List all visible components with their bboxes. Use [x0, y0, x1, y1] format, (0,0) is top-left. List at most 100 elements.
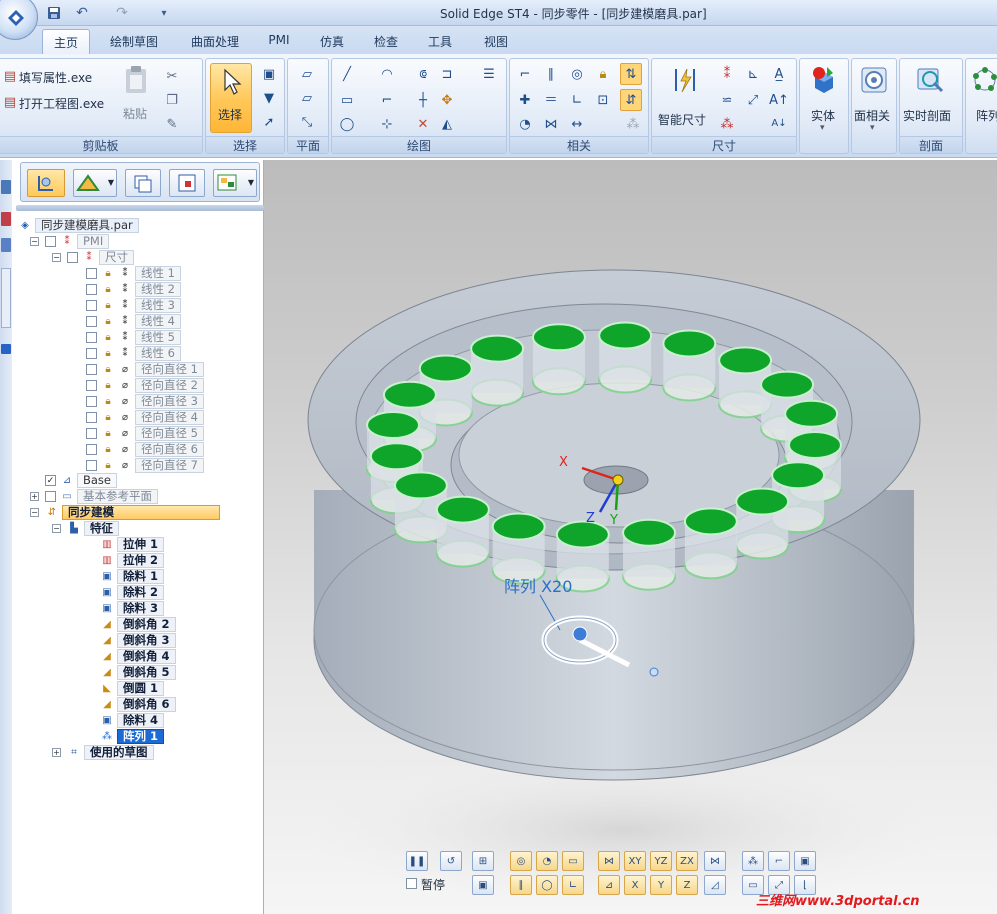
tree-item[interactable]: ◢ 倒斜角 6: [100, 697, 176, 712]
lock-icon[interactable]: 🔒︎: [101, 347, 115, 360]
pattern-pocket[interactable]: [470, 334, 525, 407]
font-size-up-icon[interactable]: A↑: [769, 91, 789, 109]
orient-button[interactable]: ◿: [704, 875, 726, 895]
tree-item[interactable]: ◢ 倒斜角 5: [100, 665, 176, 680]
tree-item[interactable]: ◢ 倒斜角 4: [100, 649, 176, 664]
pattern-group[interactable]: 阵列: [965, 58, 997, 154]
font-size-down-icon[interactable]: A↓: [770, 115, 788, 133]
horizontal-vertical-icon[interactable]: ✚: [516, 91, 534, 109]
pane-tab-icon[interactable]: [1, 180, 11, 194]
select-tool-1-icon[interactable]: ▣: [260, 65, 278, 83]
visibility-checkbox[interactable]: [86, 428, 97, 439]
customize-icon[interactable]: ▾: [154, 3, 174, 23]
move-icon[interactable]: ✥: [438, 91, 456, 109]
tree-item[interactable]: 🔒︎ ⌀ 径向直径 6: [86, 442, 204, 457]
visibility-checkbox[interactable]: [86, 300, 97, 311]
offset-icon[interactable]: ⊐: [438, 65, 456, 83]
select-manager-icon[interactable]: ➚: [260, 113, 278, 131]
copy-icon[interactable]: ❐: [163, 91, 181, 109]
visibility-checkbox[interactable]: [45, 236, 56, 247]
rigid-set-icon[interactable]: ⊡: [594, 91, 612, 109]
base-plane-toggle[interactable]: ⊿: [598, 875, 620, 895]
tree-item[interactable]: ▥ 拉伸 2: [100, 553, 165, 568]
tree-item[interactable]: 🔒︎ ⌀ 径向直径 1: [86, 362, 204, 377]
lock-icon[interactable]: 🔒︎: [101, 267, 115, 280]
pause-checkbox[interactable]: [406, 878, 417, 889]
coincident-plane-icon[interactable]: ▱: [298, 65, 316, 83]
tree-item[interactable]: 🔒︎ ⌀ 径向直径 4: [86, 410, 204, 425]
tree-synchronous[interactable]: − ⇵ 同步建模: [30, 505, 220, 520]
symmetry-options-button[interactable]: ⋈: [704, 851, 726, 871]
visibility-checkbox[interactable]: [86, 316, 97, 327]
tree-item[interactable]: 🔒︎ ⁑ 线性 1: [86, 266, 181, 281]
tree-pmi[interactable]: − ⁑ PMI: [30, 234, 110, 249]
visibility-checkbox[interactable]: [86, 460, 97, 471]
graphics-window[interactable]: X Z Y 阵列 X20: [264, 160, 997, 914]
tab-view[interactable]: 视图: [476, 29, 516, 54]
lock-icon[interactable]: 🔒︎: [594, 65, 612, 83]
format-painter-icon[interactable]: ✎: [163, 115, 181, 133]
circle-icon[interactable]: ◯: [338, 115, 356, 133]
tree-features[interactable]: − ▙ 特征: [52, 521, 119, 536]
pane-tab-icon[interactable]: [1, 268, 11, 328]
lock-icon[interactable]: 🔒︎: [101, 331, 115, 344]
lock-icon[interactable]: 🔒︎: [101, 299, 115, 312]
z-align-toggle[interactable]: Z: [676, 875, 698, 895]
arc-icon[interactable]: ◠: [378, 65, 396, 83]
lock-icon[interactable]: 🔒︎: [101, 283, 115, 296]
visibility-checkbox[interactable]: [86, 396, 97, 407]
lock-icon[interactable]: 🔒︎: [101, 315, 115, 328]
tangent-icon[interactable]: ◔: [516, 115, 534, 133]
tree-item[interactable]: ◢ 倒斜角 3: [100, 633, 176, 648]
pane-tab-icon[interactable]: [1, 344, 11, 354]
step-button[interactable]: ⊞: [472, 851, 494, 871]
pattern-pocket[interactable]: [683, 507, 738, 580]
parallel-icon[interactable]: ∥: [542, 65, 560, 83]
symmetric-yz-toggle[interactable]: YZ: [650, 851, 672, 871]
maintain-relationships-icon[interactable]: ⇵: [620, 89, 642, 111]
symmetric-diameter-icon[interactable]: ⤢: [744, 91, 762, 109]
concentric-toggle[interactable]: ◎: [510, 851, 532, 871]
coordinate-system-icon[interactable]: ⤡: [298, 113, 316, 131]
collapse-icon[interactable]: −: [30, 237, 39, 246]
tree-item[interactable]: 🔒︎ ⌀ 径向直径 3: [86, 394, 204, 409]
display-options-button[interactable]: ▼: [213, 169, 257, 197]
angle-dimension-icon[interactable]: ⊾: [744, 65, 762, 83]
tab-tools[interactable]: 工具: [420, 29, 460, 54]
connect-icon[interactable]: ⌐: [516, 65, 534, 83]
trim-icon[interactable]: ⟃: [414, 65, 432, 83]
tree-item[interactable]: 🔒︎ ⁑ 线性 3: [86, 298, 181, 313]
y-align-toggle[interactable]: Y: [650, 875, 672, 895]
visibility-checkbox[interactable]: [86, 332, 97, 343]
pattern-pocket[interactable]: [531, 323, 586, 396]
collapse-icon[interactable]: −: [52, 253, 61, 262]
tree-base[interactable]: ✓ ⊿ Base: [45, 473, 118, 488]
redo-icon[interactable]: ↷: [112, 3, 132, 23]
show-all-button[interactable]: [125, 169, 161, 197]
split-icon[interactable]: ✕: [414, 115, 432, 133]
fillet-icon[interactable]: ⌐: [378, 91, 396, 109]
perpendicular-icon[interactable]: ∟: [568, 91, 586, 109]
between-dimension-icon[interactable]: ⁑: [718, 65, 736, 83]
pattern-pocket[interactable]: [491, 512, 546, 585]
tree-item[interactable]: ⁂ 阵列 1: [100, 729, 165, 744]
tree-item[interactable]: 🔒︎ ⁑ 线性 6: [86, 346, 181, 361]
pane-tab-icon[interactable]: [1, 238, 11, 252]
pane-tab-icon[interactable]: [1, 212, 11, 226]
point-icon[interactable]: ⊹: [378, 115, 396, 133]
open-drawing-command[interactable]: 打开工程图.exe: [19, 95, 104, 112]
expand-icon[interactable]: +: [52, 748, 61, 757]
line-icon[interactable]: ╱: [338, 65, 356, 83]
symmetric-xy-toggle[interactable]: XY: [624, 851, 646, 871]
tab-pmi[interactable]: PMI: [262, 29, 296, 54]
solids-group[interactable]: 实体 ▾: [799, 58, 849, 154]
text-style-icon[interactable]: A̲: [770, 65, 788, 83]
tree-ref-planes[interactable]: + ▭ 基本参考平面: [30, 489, 158, 504]
lock-icon[interactable]: 🔒︎: [101, 459, 115, 472]
tree-item[interactable]: 🔒︎ ⁑ 线性 4: [86, 314, 181, 329]
filter-button[interactable]: [169, 169, 205, 197]
pathfinder-mode-button[interactable]: ▼: [73, 169, 117, 197]
visibility-checkbox[interactable]: [86, 444, 97, 455]
symmetric-icon[interactable]: ⋈: [542, 115, 560, 133]
visibility-checkbox[interactable]: [86, 380, 97, 391]
